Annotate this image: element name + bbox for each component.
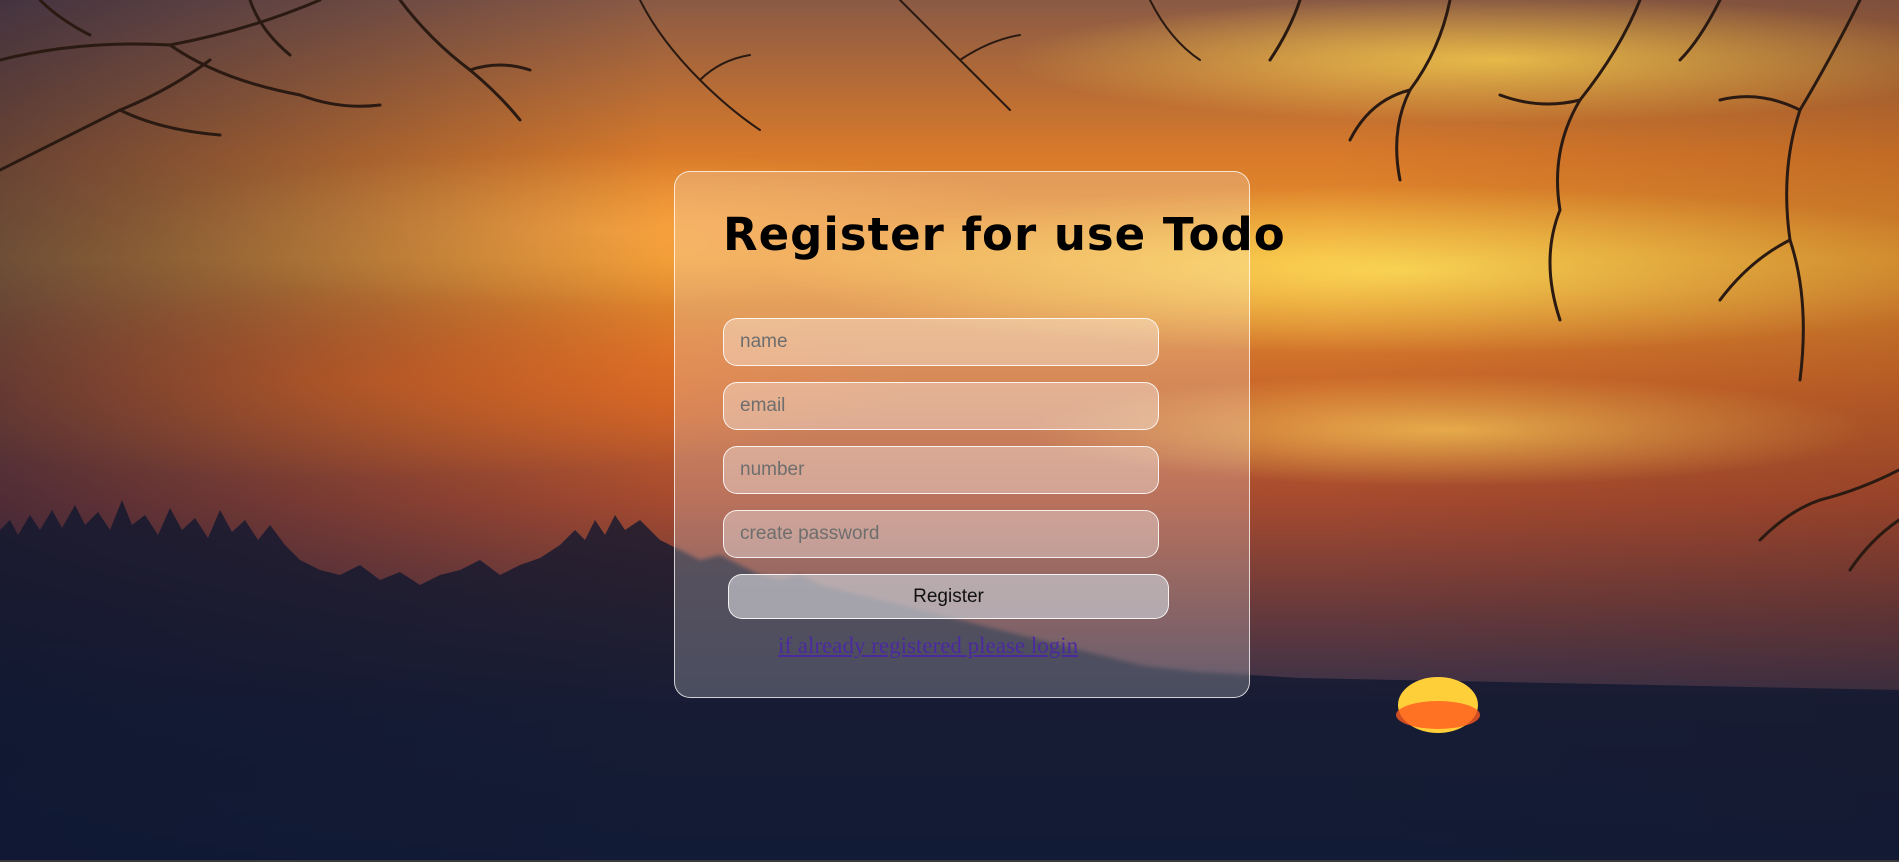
email-input[interactable] <box>723 382 1159 430</box>
branches-top-right <box>1268 0 1899 572</box>
register-button[interactable]: Register <box>728 574 1169 619</box>
sun-glow <box>1396 701 1480 729</box>
login-link[interactable]: if already registered please login <box>778 633 1078 659</box>
branches-top-left <box>0 0 532 172</box>
name-input[interactable] <box>723 318 1159 366</box>
password-input[interactable] <box>723 510 1159 558</box>
branches-top-center <box>639 0 1201 131</box>
register-card: Register for use Todo Register if alread… <box>674 171 1285 698</box>
number-input[interactable] <box>723 446 1159 494</box>
page-title: Register for use Todo <box>723 208 1286 261</box>
